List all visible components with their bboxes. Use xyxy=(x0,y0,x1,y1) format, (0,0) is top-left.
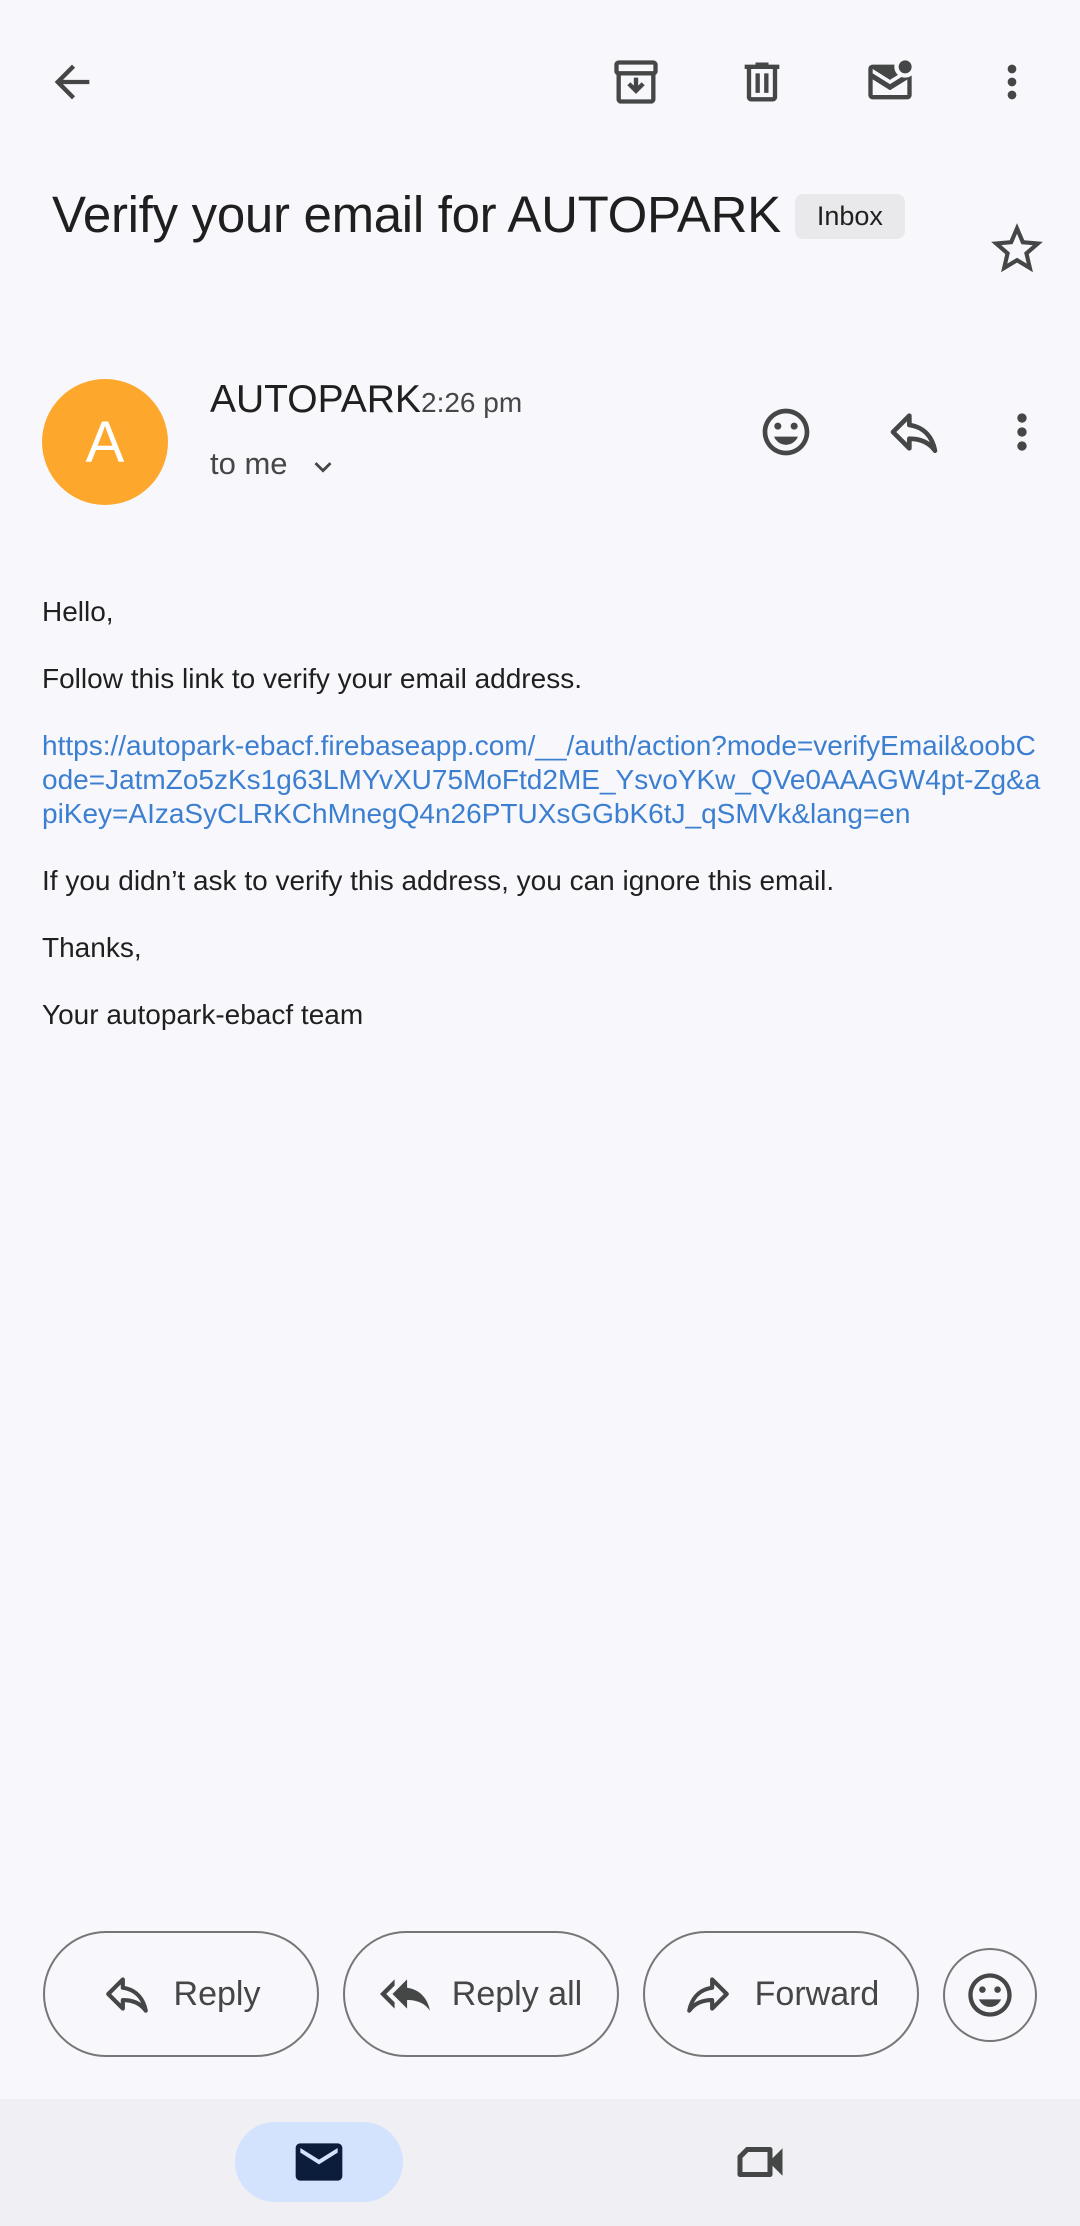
archive-icon xyxy=(614,60,658,104)
smiley-icon xyxy=(762,408,810,456)
more-vert-icon xyxy=(1007,64,1017,100)
reply-icon xyxy=(105,1977,148,2013)
reply-all-button[interactable]: Reply all xyxy=(343,1931,619,2057)
emoji-reaction-button[interactable] xyxy=(943,1948,1037,2042)
recipients-text: to me xyxy=(210,446,288,481)
forward-button[interactable]: Forward xyxy=(643,1931,919,2057)
thanks-text: Thanks, xyxy=(42,932,142,963)
signature: Your autopark-ebacf team xyxy=(42,999,364,1030)
recipients-toggle[interactable]: to me xyxy=(210,444,340,484)
verify-link[interactable]: https://autopark-ebacf.firebaseapp.com/_… xyxy=(42,729,1042,831)
mark-unread-button[interactable] xyxy=(848,40,932,124)
nav-mail-tab[interactable] xyxy=(235,2122,403,2202)
sent-time: 2:26 pm xyxy=(421,387,523,418)
bottom-navigation xyxy=(0,2099,1080,2226)
reply-header-button[interactable] xyxy=(872,390,956,474)
message-actions: Reply Reply all Forward xyxy=(0,1931,1080,2057)
sender-name: AUTOPARK xyxy=(210,378,421,421)
add-reaction-button[interactable] xyxy=(744,390,828,474)
reply-icon xyxy=(890,413,938,453)
greeting: Hello, xyxy=(42,596,114,627)
reply-button[interactable]: Reply xyxy=(43,1931,319,2057)
reply-all-icon xyxy=(379,1979,430,2011)
more-vert-icon xyxy=(1017,413,1027,451)
inbox-label-chip[interactable]: Inbox xyxy=(794,194,905,239)
ignore-note: If you didn’t ask to verify this address… xyxy=(42,865,835,896)
forward-icon xyxy=(686,1977,729,2013)
email-subject: Verify your email for AUTOPARK xyxy=(52,186,781,243)
video-camera-icon xyxy=(737,2147,783,2177)
nav-meet-tab[interactable] xyxy=(718,2122,802,2202)
reply-all-label: Reply all xyxy=(451,1974,583,2013)
email-view-screen: Verify your email for AUTOPARK Inbox A A… xyxy=(0,0,1080,2226)
smiley-icon xyxy=(968,1973,1012,2017)
subject-row: Verify your email for AUTOPARK Inbox xyxy=(52,185,952,244)
archive-button[interactable] xyxy=(594,40,678,124)
reply-label: Reply xyxy=(173,1974,261,2013)
star-button[interactable] xyxy=(976,208,1058,290)
star-outline-icon xyxy=(991,223,1043,273)
top-app-bar xyxy=(0,40,1080,124)
mark-unread-icon xyxy=(868,60,912,100)
mail-icon xyxy=(295,2143,343,2181)
arrow-back-icon xyxy=(54,64,90,100)
back-button[interactable] xyxy=(30,40,114,124)
instruction-text: Follow this link to verify your email ad… xyxy=(42,663,582,694)
trash-icon xyxy=(744,62,780,102)
more-options-button[interactable] xyxy=(970,40,1054,124)
delete-button[interactable] xyxy=(720,40,804,124)
email-body: Hello, Follow this link to verify your e… xyxy=(42,595,1042,1065)
sender-avatar[interactable]: A xyxy=(42,379,168,505)
chevron-down-icon xyxy=(314,462,332,473)
forward-label: Forward xyxy=(754,1974,880,2013)
message-more-button[interactable] xyxy=(980,390,1064,474)
